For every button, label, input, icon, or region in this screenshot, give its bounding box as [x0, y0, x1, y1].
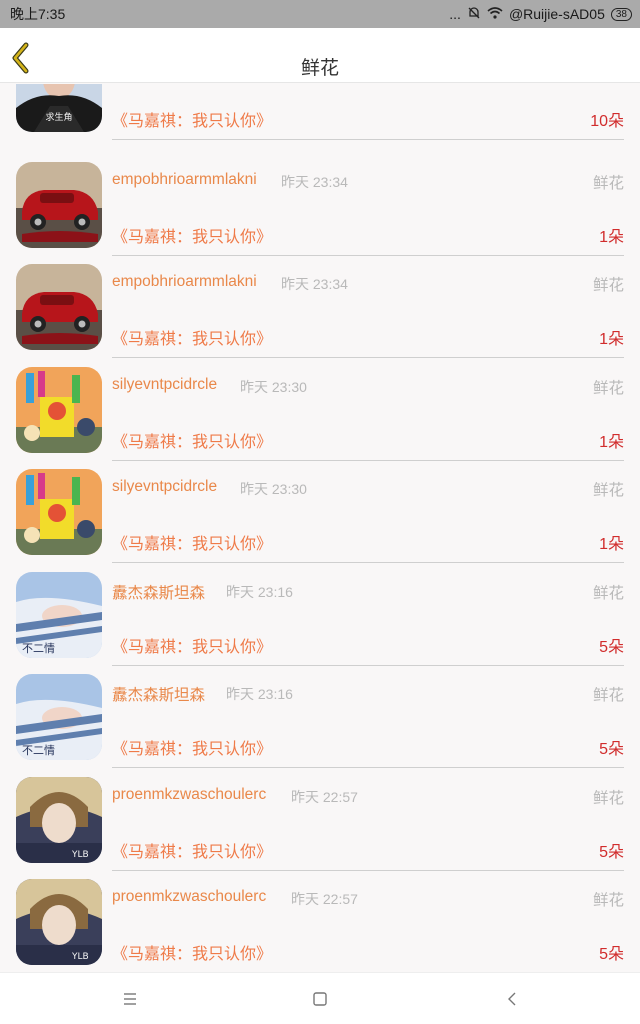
avatar[interactable]: YLB [16, 879, 102, 965]
portrait-avatar-icon: YLB [16, 777, 102, 863]
gift-type: 鲜花 [592, 585, 624, 602]
avatar[interactable] [16, 469, 102, 555]
timestamp: 昨天 23:30 [240, 481, 307, 497]
gift-type: 鲜花 [592, 790, 624, 807]
gift-type: 鲜花 [592, 892, 624, 909]
home-button[interactable] [308, 987, 332, 1011]
song-title: 《马嘉祺：我只认你》 [112, 946, 273, 963]
gift-type: 鲜花 [592, 687, 624, 704]
avatar-caption: 不二情 [22, 642, 55, 655]
song-title: 《马嘉祺：我只认你》 [112, 741, 273, 758]
menu-button[interactable] [118, 987, 142, 1011]
sleeping-avatar-icon: 不二情 [16, 572, 102, 658]
timestamp: 昨天 23:16 [226, 584, 293, 600]
list-item[interactable]: empobhrioarmmlakni 昨天 23:34 鲜花 《马嘉祺：我只认你… [0, 246, 640, 358]
avatar[interactable] [16, 264, 102, 350]
signal-dots: ... [449, 6, 461, 22]
flower-count: 5朵 [599, 741, 624, 758]
username[interactable]: proenmkzwaschoulerc [112, 888, 266, 906]
song-title: 《马嘉祺：我只认你》 [112, 229, 273, 246]
avatar-caption: 求生角 [45, 111, 72, 123]
gift-type: 鲜花 [592, 482, 624, 499]
gift-type: 鲜花 [592, 175, 624, 192]
avatar[interactable]: 求生角 [16, 84, 102, 132]
status-icons: ... @Ruijie-sAD05 38 [449, 6, 632, 23]
username[interactable]: silyevntpcidrcle [112, 376, 217, 394]
song-title: 《马嘉祺：我只认你》 [112, 331, 273, 348]
song-title: 《马嘉祺：我只认你》 [112, 536, 273, 553]
song-title: 《马嘉祺：我只认你》 [112, 113, 273, 130]
status-time: 晚上7:35 [10, 6, 66, 22]
username[interactable]: empobhrioarmmlakni [112, 273, 257, 291]
system-back-button[interactable] [500, 987, 524, 1011]
nav-bar: 鲜花 [0, 28, 640, 83]
timestamp: 昨天 23:16 [226, 686, 293, 702]
list-item[interactable]: silyevntpcidrcle 昨天 23:30 鲜花 《马嘉祺：我只认你》 … [0, 349, 640, 461]
avatar[interactable]: 不二情 [16, 674, 102, 760]
list-item[interactable]: 不二情 纛杰森斯坦森 昨天 23:16 鲜花 《马嘉祺：我只认你》 5朵 [0, 656, 640, 768]
system-nav-bar [0, 972, 640, 1024]
page-title: 鲜花 [300, 58, 339, 79]
flower-count: 5朵 [599, 946, 624, 963]
avatar[interactable] [16, 162, 102, 248]
list-item[interactable]: empobhrioarmmlakni 昨天 23:34 鲜花 《马嘉祺：我只认你… [0, 144, 640, 256]
gift-list[interactable]: 求生角 《马嘉祺：我只认你》 10朵 empobhrioarmmlakni 昨天… [0, 84, 640, 972]
flower-count: 1朵 [599, 331, 624, 348]
flower-count: 1朵 [599, 434, 624, 451]
song-title: 《马嘉祺：我只认你》 [112, 844, 273, 861]
timestamp: 昨天 22:57 [291, 891, 358, 907]
gift-type: 鲜花 [592, 277, 624, 294]
avatar[interactable]: 不二情 [16, 572, 102, 658]
avatar-caption: YLB [71, 850, 89, 860]
toy-avatar-icon [16, 367, 102, 453]
list-item[interactable]: YLB proenmkzwaschoulerc 昨天 22:57 鲜花 《马嘉祺… [0, 861, 640, 965]
portrait-avatar-icon: YLB [16, 879, 102, 965]
home-square-icon [313, 992, 327, 1006]
flower-count: 10朵 [590, 113, 624, 130]
flower-count: 5朵 [599, 639, 624, 656]
list-item[interactable]: 不二情 纛杰森斯坦森 昨天 23:16 鲜花 《马嘉祺：我只认你》 5朵 [0, 554, 640, 666]
list-item[interactable]: 求生角 《马嘉祺：我只认你》 10朵 [0, 84, 640, 140]
flower-count: 1朵 [599, 229, 624, 246]
list-item[interactable]: YLB proenmkzwaschoulerc 昨天 22:57 鲜花 《马嘉祺… [0, 759, 640, 871]
timestamp: 昨天 23:34 [281, 174, 348, 190]
username[interactable]: proenmkzwaschoulerc [112, 786, 266, 804]
list-item[interactable]: silyevntpcidrcle 昨天 23:30 鲜花 《马嘉祺：我只认你》 … [0, 451, 640, 563]
flower-count: 1朵 [599, 536, 624, 553]
avatar[interactable] [16, 367, 102, 453]
gift-type: 鲜花 [592, 380, 624, 397]
mute-bell-icon [467, 6, 481, 23]
person-avatar-icon: 求生角 [16, 84, 102, 132]
red-car-avatar-icon [16, 162, 102, 248]
status-bar: 晚上7:35 ... @Ruijie-sAD05 38 [0, 0, 640, 28]
avatar-caption: YLB [71, 952, 89, 962]
song-title: 《马嘉祺：我只认你》 [112, 639, 273, 656]
sleeping-avatar-icon: 不二情 [16, 674, 102, 760]
username[interactable]: empobhrioarmmlakni [112, 171, 257, 189]
timestamp: 昨天 23:30 [240, 379, 307, 395]
flower-count: 5朵 [599, 844, 624, 861]
avatar[interactable]: YLB [16, 777, 102, 863]
back-arrow-icon [508, 992, 516, 1006]
timestamp: 昨天 22:57 [291, 789, 358, 805]
username[interactable]: 纛杰森斯坦森 [112, 581, 205, 603]
song-title: 《马嘉祺：我只认你》 [112, 434, 273, 451]
username[interactable]: silyevntpcidrcle [112, 478, 217, 496]
toy-avatar-icon [16, 469, 102, 555]
username[interactable]: 纛杰森斯坦森 [112, 683, 205, 705]
menu-icon [124, 993, 136, 1005]
battery-icon: 38 [610, 7, 632, 21]
wifi-icon [487, 6, 503, 22]
network-name: @Ruijie-sAD05 [508, 6, 605, 22]
divider [112, 139, 624, 140]
timestamp: 昨天 23:34 [281, 276, 348, 292]
red-car-avatar-icon [16, 264, 102, 350]
avatar-caption: 不二情 [22, 744, 55, 757]
